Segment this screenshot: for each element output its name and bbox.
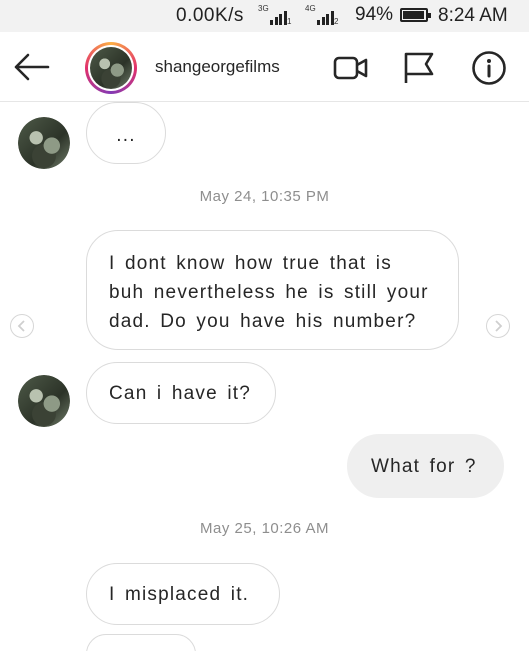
sent-message-bubble[interactable]: What for ? bbox=[347, 434, 504, 498]
message-text: What for ? bbox=[371, 456, 477, 477]
message-timestamp: May 25, 10:26 AM bbox=[200, 520, 329, 537]
message-bubble[interactable]: Can i have it? bbox=[86, 362, 276, 424]
chevron-left-icon bbox=[17, 320, 25, 332]
previous-arrow-button[interactable] bbox=[10, 314, 34, 338]
chat-header: shangeorgefilms bbox=[0, 32, 529, 102]
message-text: I misplaced it. bbox=[109, 584, 250, 605]
username[interactable]: shangeorgefilms bbox=[155, 57, 280, 77]
network-speed: 0.00K/s bbox=[176, 5, 244, 26]
signal-2-icon: 4G 2 bbox=[305, 4, 339, 26]
message-line: buh nevertheless he is still your bbox=[109, 282, 429, 303]
message-timestamp: May 24, 10:35 PM bbox=[199, 188, 330, 205]
message-line: dad. Do you have his number? bbox=[109, 311, 417, 332]
battery-icon bbox=[400, 8, 431, 22]
info-icon bbox=[472, 51, 506, 85]
flag-icon bbox=[404, 52, 434, 83]
back-button[interactable] bbox=[12, 52, 50, 82]
video-call-icon bbox=[333, 56, 368, 80]
message-bubble[interactable]: ... bbox=[86, 102, 166, 164]
message-text: Can i have it? bbox=[109, 383, 251, 404]
avatar-image bbox=[90, 47, 132, 89]
sender-avatar[interactable] bbox=[18, 117, 70, 169]
message-line: I dont know how true that is bbox=[109, 253, 392, 274]
info-button[interactable] bbox=[471, 50, 507, 86]
message-bubble[interactable]: I dont know how true that is buh neverth… bbox=[86, 230, 459, 350]
status-bar: 0.00K/s 3G 1 4G 2 94% 8:24 AM bbox=[0, 0, 529, 32]
signal-1-icon: 3G 1 bbox=[258, 4, 292, 26]
clock: 8:24 AM bbox=[438, 5, 508, 26]
back-arrow-icon bbox=[14, 53, 50, 81]
profile-avatar[interactable] bbox=[85, 42, 137, 94]
next-arrow-button[interactable] bbox=[486, 314, 510, 338]
sender-avatar[interactable] bbox=[18, 375, 70, 427]
video-call-button[interactable] bbox=[333, 50, 369, 86]
chevron-right-icon bbox=[495, 320, 503, 332]
message-bubble[interactable]: I misplaced it. bbox=[86, 563, 280, 625]
message-bubble-partial[interactable] bbox=[86, 634, 196, 651]
message-text: ... bbox=[116, 125, 136, 146]
battery-percent: 94% bbox=[355, 4, 394, 25]
report-button[interactable] bbox=[401, 50, 437, 86]
